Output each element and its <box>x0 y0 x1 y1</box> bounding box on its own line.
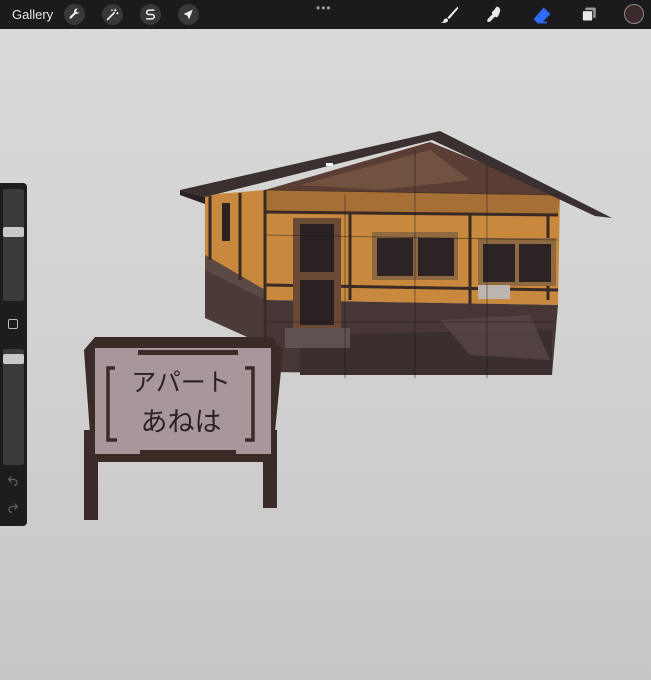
sign-illustration: アパート あねは <box>84 337 283 520</box>
artwork: アパート あねは <box>84 131 612 520</box>
sign-line-1: アパート <box>131 368 231 397</box>
sign-line-2: あねは <box>141 407 222 438</box>
